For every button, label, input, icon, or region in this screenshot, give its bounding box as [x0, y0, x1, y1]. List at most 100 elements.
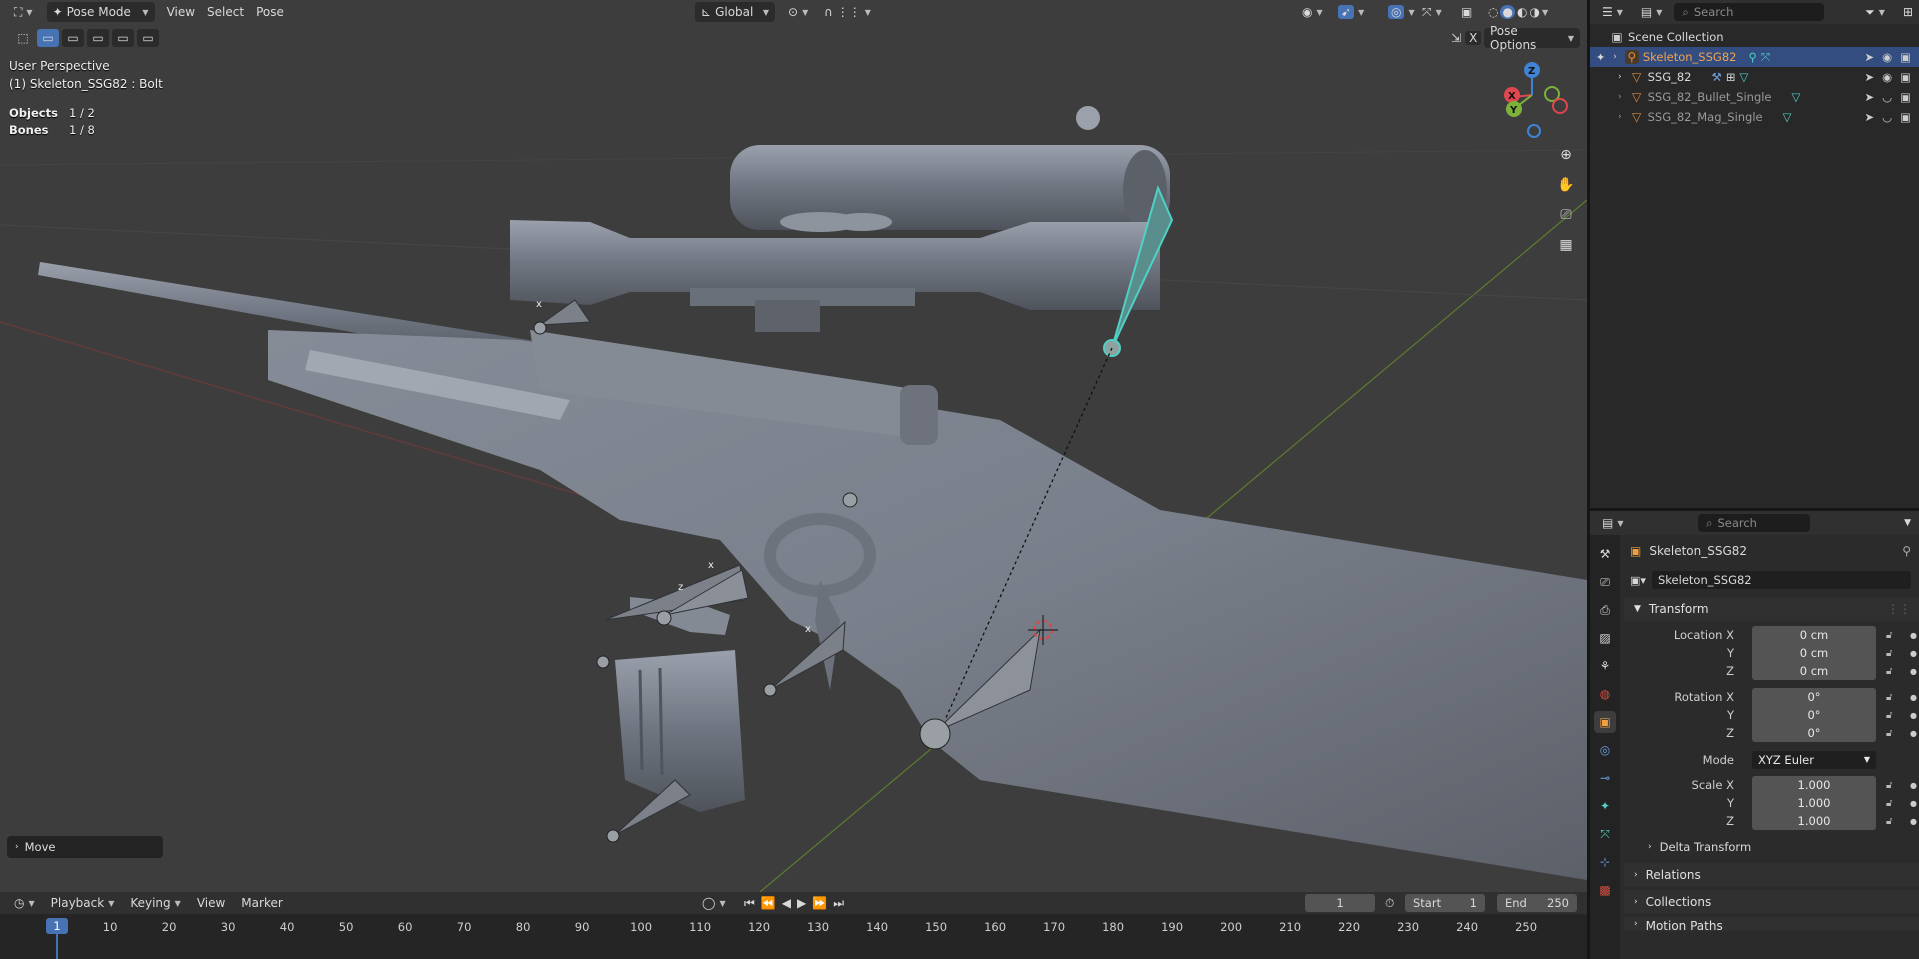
- bone-constraints-tab-icon[interactable]: ⊹: [1594, 851, 1616, 873]
- jump-end-icon[interactable]: ⏭: [833, 896, 844, 911]
- lock-icon[interactable]: 🔓︎: [1886, 816, 1892, 827]
- outliner-item-skeleton[interactable]: ✦ › ⚲ Skeleton_SSG82 ⚲ ⤧ ➤ ◉ ▣: [1590, 47, 1919, 67]
- jump-keyframe-forward-icon[interactable]: ⏩: [812, 896, 827, 911]
- camera-icon[interactable]: ▣: [1900, 50, 1911, 64]
- properties-search-input[interactable]: ⌕ Search: [1698, 514, 1810, 532]
- select-icon[interactable]: ➤: [1864, 110, 1874, 124]
- select-icon[interactable]: ➤: [1864, 90, 1874, 104]
- timeline-ruler[interactable]: 1 10 20 30 40 50 60 70 80 90 100 110 120 130 140 150 16…: [0, 914, 1587, 959]
- lock-icon[interactable]: 🔓︎: [1886, 630, 1892, 641]
- material-shading-icon[interactable]: ◐: [1517, 5, 1527, 19]
- keyframe-dot-icon[interactable]: ●: [1910, 649, 1917, 658]
- viewport-scene[interactable]: x z x x Z X Y: [0, 0, 1587, 892]
- chevron-down-icon[interactable]: ▼: [1904, 518, 1911, 528]
- lock-icon[interactable]: 🔓︎: [1886, 666, 1892, 677]
- select-invert-icon[interactable]: ▭: [112, 29, 134, 47]
- rotation-y-field[interactable]: 0°: [1752, 706, 1876, 724]
- keyframe-dot-icon[interactable]: ●: [1910, 781, 1917, 790]
- select-intersect-icon[interactable]: ▭: [137, 29, 159, 47]
- scene-tab-icon[interactable]: ⚘: [1594, 655, 1616, 677]
- pivot-dropdown[interactable]: ⊙ ▼: [782, 2, 814, 22]
- rendered-shading-icon[interactable]: ◑: [1529, 5, 1539, 19]
- operator-panel-move[interactable]: › Move: [7, 836, 163, 858]
- mode-dropdown[interactable]: ✦ Pose Mode ▼: [46, 2, 155, 22]
- menu-select[interactable]: Select: [201, 2, 250, 22]
- chevron-right-icon[interactable]: ›: [1613, 52, 1617, 62]
- scale-z-field[interactable]: 1.000: [1752, 812, 1876, 830]
- menu-pose[interactable]: Pose: [250, 2, 290, 22]
- keyframe-dot-icon[interactable]: ●: [1910, 631, 1917, 640]
- lock-icon[interactable]: 🔓︎: [1886, 728, 1892, 739]
- eye-icon[interactable]: ◉: [1882, 70, 1892, 84]
- render-tab-icon[interactable]: ⎚: [1594, 571, 1616, 593]
- constraints-tab-icon[interactable]: ⊸: [1594, 767, 1616, 789]
- new-collection-button[interactable]: ⊞: [1897, 2, 1919, 22]
- gizmo-toggle[interactable]: ➹ ▼: [1332, 2, 1370, 22]
- drag-handle-icon[interactable]: ⋮⋮: [1887, 602, 1911, 616]
- menu-keying[interactable]: Keying ▼: [124, 893, 186, 913]
- eye-closed-icon[interactable]: ◡: [1882, 110, 1892, 124]
- object-tab-icon[interactable]: ▣: [1594, 711, 1616, 733]
- current-frame-field[interactable]: 1: [1305, 894, 1375, 912]
- lock-icon[interactable]: 🔓︎: [1886, 798, 1892, 809]
- zoom-icon[interactable]: ⊕: [1553, 142, 1579, 168]
- keyframe-dot-icon[interactable]: ●: [1910, 799, 1917, 808]
- relations-panel-header[interactable]: › Relations: [1624, 863, 1919, 887]
- editor-type-button[interactable]: ◷ ▼: [8, 893, 41, 913]
- world-tab-icon[interactable]: ◍: [1594, 683, 1616, 705]
- shading-buttons[interactable]: ◌ ● ◐ ◑ ▼: [1482, 2, 1554, 22]
- outliner-item-bullet[interactable]: › ▽ SSG_82_Bullet_Single ▽ ➤ ◡ ▣: [1590, 87, 1919, 107]
- physics-tab-icon[interactable]: ◎: [1594, 739, 1616, 761]
- scale-y-field[interactable]: 1.000: [1752, 794, 1876, 812]
- bone-tab-icon[interactable]: ⤧: [1594, 823, 1616, 845]
- rotation-mode-dropdown[interactable]: XYZ Euler ▼: [1752, 751, 1876, 769]
- keyframe-dot-icon[interactable]: ●: [1910, 667, 1917, 676]
- pin-icon[interactable]: ⚲: [1902, 544, 1911, 558]
- camera-icon[interactable]: ▣: [1900, 90, 1911, 104]
- filter-dropdown[interactable]: ⏷ ▼: [1859, 2, 1891, 22]
- wireframe-shading-icon[interactable]: ◌: [1488, 5, 1498, 19]
- collections-panel-header[interactable]: › Collections: [1624, 890, 1919, 914]
- armature-data-tab-icon[interactable]: ✦: [1594, 795, 1616, 817]
- motion-paths-panel-header[interactable]: › Motion Paths: [1624, 917, 1919, 931]
- object-browse-icon[interactable]: ▣▾: [1630, 574, 1646, 587]
- transform-panel-header[interactable]: ▼ Transform ⋮⋮: [1624, 597, 1919, 621]
- location-x-field[interactable]: 0 cm: [1752, 626, 1876, 644]
- stopwatch-icon[interactable]: ⏱: [1385, 896, 1394, 911]
- play-reverse-icon[interactable]: ◀: [782, 896, 791, 911]
- play-icon[interactable]: ▶: [797, 896, 806, 911]
- scale-x-field[interactable]: 1.000: [1752, 776, 1876, 794]
- view-layer-tab-icon[interactable]: ▨: [1594, 627, 1616, 649]
- bone-overlay-dropdown[interactable]: ⤧ ▼: [1416, 2, 1448, 22]
- menu-playback[interactable]: Playback ▼: [45, 893, 121, 913]
- pose-x-mirror[interactable]: ⇲ X: [1445, 28, 1487, 48]
- select-icon[interactable]: ➤: [1864, 50, 1874, 64]
- editor-type-button[interactable]: ⛶ ▼: [8, 2, 39, 22]
- outliner-root[interactable]: ▣ Scene Collection: [1590, 27, 1919, 47]
- grid-icon[interactable]: ▦: [1553, 232, 1579, 258]
- lock-icon[interactable]: 🔓︎: [1886, 692, 1892, 703]
- menu-view[interactable]: View: [191, 893, 231, 913]
- chevron-right-icon[interactable]: ›: [1618, 112, 1622, 122]
- outliner-item-ssg82[interactable]: › ▽ SSG_82 ⚒ ⊞ ▽ ➤ ◉ ▣: [1590, 67, 1919, 87]
- visibility-dropdown[interactable]: ◉ ▼: [1296, 2, 1329, 22]
- auto-keying-toggle[interactable]: ◯ ▼: [696, 893, 732, 913]
- menu-view[interactable]: View: [161, 2, 201, 22]
- lock-icon[interactable]: 🔓︎: [1886, 780, 1892, 791]
- texture-tab-icon[interactable]: ▩: [1594, 879, 1616, 901]
- camera-icon[interactable]: ▣: [1900, 110, 1911, 124]
- rotation-x-field[interactable]: 0°: [1752, 688, 1876, 706]
- tool-icon[interactable]: ⬚: [12, 29, 34, 47]
- editor-type-button[interactable]: ☰ ▼: [1596, 2, 1629, 22]
- editor-type-button[interactable]: ▤ ▼: [1596, 513, 1630, 533]
- orientation-dropdown[interactable]: ⊾ Global ▼: [695, 2, 775, 22]
- pose-options-dropdown[interactable]: Pose Options ▼: [1484, 24, 1580, 52]
- chevron-right-icon[interactable]: ›: [1618, 72, 1622, 82]
- jump-keyframe-back-icon[interactable]: ⏪: [761, 896, 776, 911]
- keyframe-dot-icon[interactable]: ●: [1910, 817, 1917, 826]
- select-subtract-icon[interactable]: ▭: [87, 29, 109, 47]
- lock-icon[interactable]: 🔓︎: [1886, 710, 1892, 721]
- solid-shading-icon[interactable]: ●: [1500, 5, 1515, 19]
- select-new-icon[interactable]: ▭: [37, 29, 59, 47]
- hand-icon[interactable]: ✋: [1553, 172, 1579, 198]
